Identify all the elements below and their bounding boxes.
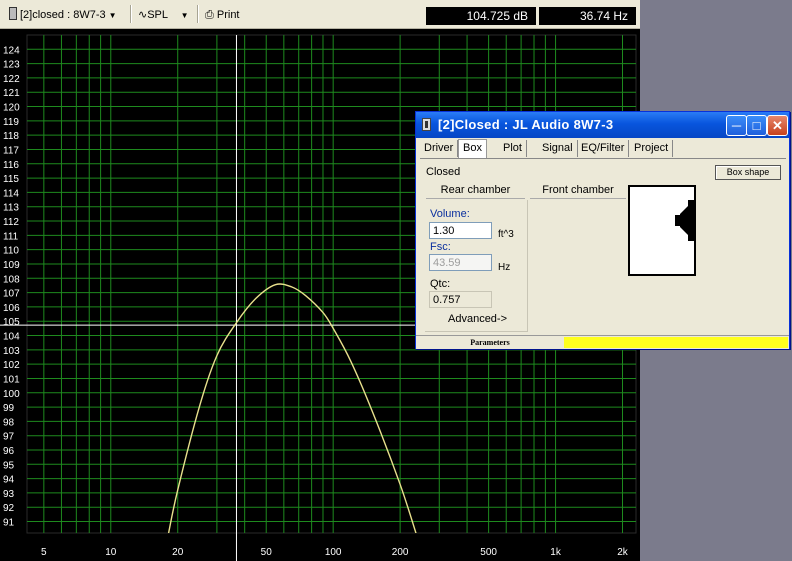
- tab-box[interactable]: Box: [458, 139, 487, 159]
- speaker-icon: [675, 200, 694, 241]
- volume-unit: ft^3: [498, 229, 514, 240]
- printer-icon: ⎙: [205, 9, 214, 21]
- box-preview: [628, 185, 696, 276]
- status-label: Parameters: [470, 338, 510, 347]
- status-bar: Parameters: [416, 335, 789, 349]
- dialog-title: [2]Closed : JL Audio 8W7-3: [438, 117, 614, 132]
- window-icon[interactable]: [422, 118, 431, 131]
- volume-input[interactable]: [429, 222, 492, 239]
- advanced-button[interactable]: Advanced->: [448, 313, 507, 325]
- y-tick-label: 114: [3, 188, 19, 199]
- volume-label: Volume:: [430, 208, 470, 220]
- x-tick-label: 500: [480, 547, 497, 558]
- x-tick-label: 10: [105, 547, 117, 558]
- y-tick-label: 117: [3, 145, 19, 156]
- y-tick-label: 100: [3, 389, 20, 400]
- qtc-value: [429, 291, 492, 308]
- maximize-icon: □: [752, 118, 761, 133]
- toolbar-separator: [197, 5, 199, 23]
- project-select[interactable]: [2]closed : 8W7-3 ▼: [9, 7, 117, 23]
- tab-divider: [420, 158, 786, 159]
- x-tick-label: 1k: [550, 547, 562, 558]
- y-tick-label: 102: [3, 360, 20, 371]
- tab-project[interactable]: Project: [630, 140, 674, 157]
- rear-chamber-button[interactable]: Rear chamber: [426, 182, 525, 199]
- status-indicator: [564, 337, 788, 348]
- tab-signal[interactable]: Signal: [538, 140, 578, 157]
- y-tick-label: 119: [3, 117, 19, 128]
- y-tick-label: 123: [3, 60, 20, 71]
- dialog-titlebar[interactable]: [2]Closed : JL Audio 8W7-3 ─ □ ✕: [416, 112, 789, 138]
- mode-select[interactable]: ∿SPL ▼: [138, 7, 189, 23]
- y-tick-label: 105: [3, 317, 20, 328]
- y-tick-label: 96: [3, 446, 15, 457]
- y-tick-label: 109: [3, 260, 20, 271]
- fsc-input: [429, 254, 492, 271]
- toolbar-separator: [130, 5, 132, 23]
- chevron-down-icon: ▼: [108, 11, 117, 20]
- print-label: Print: [216, 9, 240, 21]
- y-tick-label: 95: [3, 460, 15, 471]
- y-tick-label: 93: [3, 489, 15, 500]
- toolbar: [2]closed : 8W7-3 ▼ ∿SPL ▼ ⎙ Print 104.7…: [0, 0, 640, 29]
- y-tick-label: 121: [3, 88, 20, 99]
- x-tick-label: 200: [392, 547, 409, 558]
- y-tick-label: 113: [3, 203, 19, 214]
- x-tick-label: 2k: [617, 547, 629, 558]
- y-tick-label: 118: [3, 131, 19, 142]
- frequency-readout: 36.74 Hz: [539, 7, 636, 25]
- tab-plot[interactable]: Plot: [499, 140, 527, 157]
- close-button[interactable]: ✕: [767, 115, 788, 136]
- y-tick-label: 91: [3, 518, 15, 529]
- y-tick-label: 116: [3, 160, 19, 171]
- y-tick-label: 111: [3, 231, 19, 242]
- y-tick-label: 101: [3, 374, 20, 385]
- minimize-button[interactable]: ─: [726, 115, 747, 136]
- y-tick-label: 104: [3, 332, 20, 343]
- box-shape-value: Closed: [426, 166, 461, 178]
- window-icon: [9, 7, 17, 20]
- y-tick-label: 106: [3, 303, 20, 314]
- sine-wave-icon: ∿: [138, 9, 148, 21]
- x-tick-label: 50: [261, 547, 273, 558]
- project-select-value: [2]closed : 8W7-3: [20, 9, 106, 21]
- level-readout: 104.725 dB: [426, 7, 536, 25]
- box-shape-button[interactable]: Box shape: [715, 165, 781, 180]
- fsc-unit: Hz: [498, 262, 511, 273]
- x-tick-label: 5: [41, 547, 47, 558]
- print-button[interactable]: ⎙ Print: [205, 7, 240, 23]
- y-tick-label: 92: [3, 503, 15, 514]
- y-tick-label: 103: [3, 346, 20, 357]
- maximize-button[interactable]: □: [746, 115, 767, 136]
- y-tick-label: 94: [3, 475, 15, 486]
- x-tick-label: 100: [325, 547, 342, 558]
- tab-driver[interactable]: Driver: [420, 140, 459, 157]
- y-tick-label: 122: [3, 74, 20, 85]
- close-icon: ✕: [772, 118, 783, 133]
- y-tick-label: 115: [3, 174, 19, 185]
- box-dialog: [2]Closed : JL Audio 8W7-3 ─ □ ✕ Driver …: [415, 111, 790, 349]
- y-tick-label: 108: [3, 274, 20, 285]
- y-tick-label: 107: [3, 289, 20, 300]
- mode-select-value: SPL: [147, 9, 168, 21]
- chevron-down-icon: ▼: [180, 11, 189, 20]
- qtc-label: Qtc:: [430, 278, 451, 290]
- y-tick-label: 98: [3, 417, 15, 428]
- y-tick-label: 120: [3, 103, 20, 114]
- y-tick-label: 112: [3, 217, 19, 228]
- y-tick-label: 99: [3, 403, 15, 414]
- y-tick-label: 97: [3, 432, 15, 443]
- tab-eq-filter[interactable]: EQ/Filter: [577, 140, 630, 157]
- front-chamber-button[interactable]: Front chamber: [530, 182, 626, 199]
- y-tick-label: 124: [3, 45, 20, 56]
- fsc-label: Fsc:: [430, 241, 451, 253]
- x-tick-label: 20: [172, 547, 184, 558]
- minimize-icon: ─: [731, 118, 742, 133]
- y-tick-label: 110: [3, 246, 19, 257]
